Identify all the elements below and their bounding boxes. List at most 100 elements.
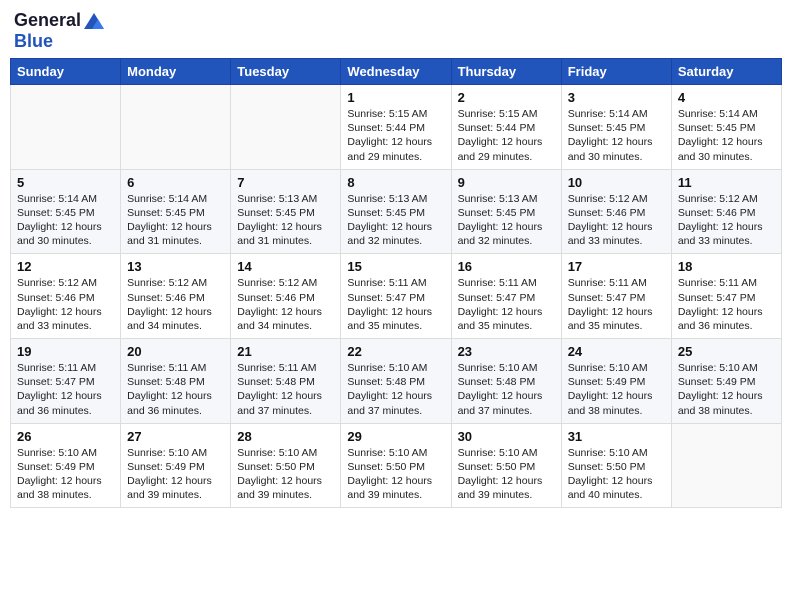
- calendar-cell: 28 Sunrise: 5:10 AM Sunset: 5:50 PM Dayli…: [231, 423, 341, 508]
- day-number: 17: [568, 259, 665, 274]
- day-info: Sunrise: 5:14 AM Sunset: 5:45 PM Dayligh…: [17, 192, 114, 249]
- calendar-cell: 11 Sunrise: 5:12 AM Sunset: 5:46 PM Dayli…: [671, 169, 781, 254]
- day-number: 28: [237, 429, 334, 444]
- day-info: Sunrise: 5:10 AM Sunset: 5:49 PM Dayligh…: [568, 361, 665, 418]
- day-info: Sunrise: 5:11 AM Sunset: 5:48 PM Dayligh…: [127, 361, 224, 418]
- calendar-cell: 9 Sunrise: 5:13 AM Sunset: 5:45 PM Daylig…: [451, 169, 561, 254]
- calendar-cell: 2Sunrise: 5:15 AM Sunset: 5:44 PM Daylig…: [451, 85, 561, 170]
- calendar-cell: 7 Sunrise: 5:13 AM Sunset: 5:45 PM Daylig…: [231, 169, 341, 254]
- calendar-cell: 18 Sunrise: 5:11 AM Sunset: 5:47 PM Dayli…: [671, 254, 781, 339]
- day-number: 7: [237, 175, 334, 190]
- logo-blue-text: Blue: [14, 31, 53, 51]
- header-saturday: Saturday: [671, 59, 781, 85]
- day-number: 19: [17, 344, 114, 359]
- calendar-cell: [231, 85, 341, 170]
- header-thursday: Thursday: [451, 59, 561, 85]
- day-number: 21: [237, 344, 334, 359]
- day-info: Sunrise: 5:10 AM Sunset: 5:50 PM Dayligh…: [347, 446, 444, 503]
- day-info: Sunrise: 5:14 AM Sunset: 5:45 PM Dayligh…: [678, 107, 775, 164]
- page-header: General Blue: [10, 10, 782, 52]
- calendar-cell: 22 Sunrise: 5:10 AM Sunset: 5:48 PM Dayli…: [341, 339, 451, 424]
- calendar-cell: 20 Sunrise: 5:11 AM Sunset: 5:48 PM Dayli…: [121, 339, 231, 424]
- calendar-cell: 19 Sunrise: 5:11 AM Sunset: 5:47 PM Dayli…: [11, 339, 121, 424]
- calendar-week-row: 5 Sunrise: 5:14 AM Sunset: 5:45 PM Daylig…: [11, 169, 782, 254]
- calendar-cell: 6 Sunrise: 5:14 AM Sunset: 5:45 PM Daylig…: [121, 169, 231, 254]
- calendar-cell: 24 Sunrise: 5:10 AM Sunset: 5:49 PM Dayli…: [561, 339, 671, 424]
- day-number: 18: [678, 259, 775, 274]
- day-number: 6: [127, 175, 224, 190]
- calendar-cell: 5 Sunrise: 5:14 AM Sunset: 5:45 PM Daylig…: [11, 169, 121, 254]
- day-info: Sunrise: 5:10 AM Sunset: 5:48 PM Dayligh…: [458, 361, 555, 418]
- calendar-cell: 14Sunrise: 5:12 AM Sunset: 5:46 PM Dayli…: [231, 254, 341, 339]
- day-info: Sunrise: 5:15 AM Sunset: 5:44 PM Dayligh…: [458, 107, 555, 164]
- day-number: 20: [127, 344, 224, 359]
- day-number: 16: [458, 259, 555, 274]
- day-number: 26: [17, 429, 114, 444]
- calendar-cell: [121, 85, 231, 170]
- logo-general-text: General: [14, 10, 81, 31]
- logo: General Blue: [14, 10, 104, 52]
- calendar-week-row: 12 Sunrise: 5:12 AM Sunset: 5:46 PM Dayli…: [11, 254, 782, 339]
- day-number: 5: [17, 175, 114, 190]
- day-info: Sunrise: 5:10 AM Sunset: 5:50 PM Dayligh…: [458, 446, 555, 503]
- day-number: 9: [458, 175, 555, 190]
- day-info: Sunrise: 5:11 AM Sunset: 5:47 PM Dayligh…: [347, 276, 444, 333]
- calendar-cell: 8 Sunrise: 5:13 AM Sunset: 5:45 PM Daylig…: [341, 169, 451, 254]
- calendar-cell: 4 Sunrise: 5:14 AM Sunset: 5:45 PM Daylig…: [671, 85, 781, 170]
- day-info: Sunrise: 5:12 AM Sunset: 5:46 PM Dayligh…: [127, 276, 224, 333]
- day-info: Sunrise: 5:13 AM Sunset: 5:45 PM Dayligh…: [237, 192, 334, 249]
- calendar-table: SundayMondayTuesdayWednesdayThursdayFrid…: [10, 58, 782, 508]
- calendar-cell: 3 Sunrise: 5:14 AM Sunset: 5:45 PM Daylig…: [561, 85, 671, 170]
- calendar-cell: 27Sunrise: 5:10 AM Sunset: 5:49 PM Dayli…: [121, 423, 231, 508]
- day-info: Sunrise: 5:10 AM Sunset: 5:49 PM Dayligh…: [17, 446, 114, 503]
- calendar-cell: 12Sunrise: 5:12 AM Sunset: 5:46 PM Dayli…: [11, 254, 121, 339]
- day-number: 4: [678, 90, 775, 105]
- day-info: Sunrise: 5:10 AM Sunset: 5:50 PM Dayligh…: [568, 446, 665, 503]
- day-number: 15: [347, 259, 444, 274]
- day-info: Sunrise: 5:12 AM Sunset: 5:46 PM Dayligh…: [237, 276, 334, 333]
- day-number: 29: [347, 429, 444, 444]
- day-number: 10: [568, 175, 665, 190]
- day-info: Sunrise: 5:10 AM Sunset: 5:48 PM Dayligh…: [347, 361, 444, 418]
- day-number: 12: [17, 259, 114, 274]
- calendar-cell: 29 Sunrise: 5:10 AM Sunset: 5:50 PM Dayli…: [341, 423, 451, 508]
- day-info: Sunrise: 5:10 AM Sunset: 5:49 PM Dayligh…: [678, 361, 775, 418]
- day-info: Sunrise: 5:14 AM Sunset: 5:45 PM Dayligh…: [127, 192, 224, 249]
- day-info: Sunrise: 5:12 AM Sunset: 5:46 PM Dayligh…: [678, 192, 775, 249]
- day-info: Sunrise: 5:11 AM Sunset: 5:47 PM Dayligh…: [17, 361, 114, 418]
- calendar-cell: 1 Sunrise: 5:15 AM Sunset: 5:44 PM Daylig…: [341, 85, 451, 170]
- day-number: 3: [568, 90, 665, 105]
- calendar-cell: 25 Sunrise: 5:10 AM Sunset: 5:49 PM Dayli…: [671, 339, 781, 424]
- day-info: Sunrise: 5:15 AM Sunset: 5:44 PM Dayligh…: [347, 107, 444, 164]
- day-info: Sunrise: 5:10 AM Sunset: 5:50 PM Dayligh…: [237, 446, 334, 503]
- day-number: 8: [347, 175, 444, 190]
- logo-icon: [84, 13, 104, 29]
- day-number: 11: [678, 175, 775, 190]
- day-number: 22: [347, 344, 444, 359]
- calendar-cell: 23 Sunrise: 5:10 AM Sunset: 5:48 PM Dayli…: [451, 339, 561, 424]
- header-sunday: Sunday: [11, 59, 121, 85]
- calendar-cell: [671, 423, 781, 508]
- calendar-cell: 26 Sunrise: 5:10 AM Sunset: 5:49 PM Dayli…: [11, 423, 121, 508]
- calendar-cell: 16 Sunrise: 5:11 AM Sunset: 5:47 PM Dayli…: [451, 254, 561, 339]
- day-info: Sunrise: 5:14 AM Sunset: 5:45 PM Dayligh…: [568, 107, 665, 164]
- day-number: 30: [458, 429, 555, 444]
- calendar-cell: 30 Sunrise: 5:10 AM Sunset: 5:50 PM Dayli…: [451, 423, 561, 508]
- day-info: Sunrise: 5:11 AM Sunset: 5:47 PM Dayligh…: [678, 276, 775, 333]
- calendar-cell: [11, 85, 121, 170]
- calendar-week-row: 19 Sunrise: 5:11 AM Sunset: 5:47 PM Dayli…: [11, 339, 782, 424]
- day-info: Sunrise: 5:13 AM Sunset: 5:45 PM Dayligh…: [347, 192, 444, 249]
- day-info: Sunrise: 5:11 AM Sunset: 5:47 PM Dayligh…: [458, 276, 555, 333]
- calendar-header-row: SundayMondayTuesdayWednesdayThursdayFrid…: [11, 59, 782, 85]
- calendar-cell: 21Sunrise: 5:11 AM Sunset: 5:48 PM Dayli…: [231, 339, 341, 424]
- day-number: 1: [347, 90, 444, 105]
- day-number: 27: [127, 429, 224, 444]
- day-number: 24: [568, 344, 665, 359]
- calendar-cell: 10Sunrise: 5:12 AM Sunset: 5:46 PM Dayli…: [561, 169, 671, 254]
- day-number: 31: [568, 429, 665, 444]
- calendar-cell: 31 Sunrise: 5:10 AM Sunset: 5:50 PM Dayli…: [561, 423, 671, 508]
- day-number: 23: [458, 344, 555, 359]
- calendar-cell: 17Sunrise: 5:11 AM Sunset: 5:47 PM Dayli…: [561, 254, 671, 339]
- day-number: 25: [678, 344, 775, 359]
- day-info: Sunrise: 5:13 AM Sunset: 5:45 PM Dayligh…: [458, 192, 555, 249]
